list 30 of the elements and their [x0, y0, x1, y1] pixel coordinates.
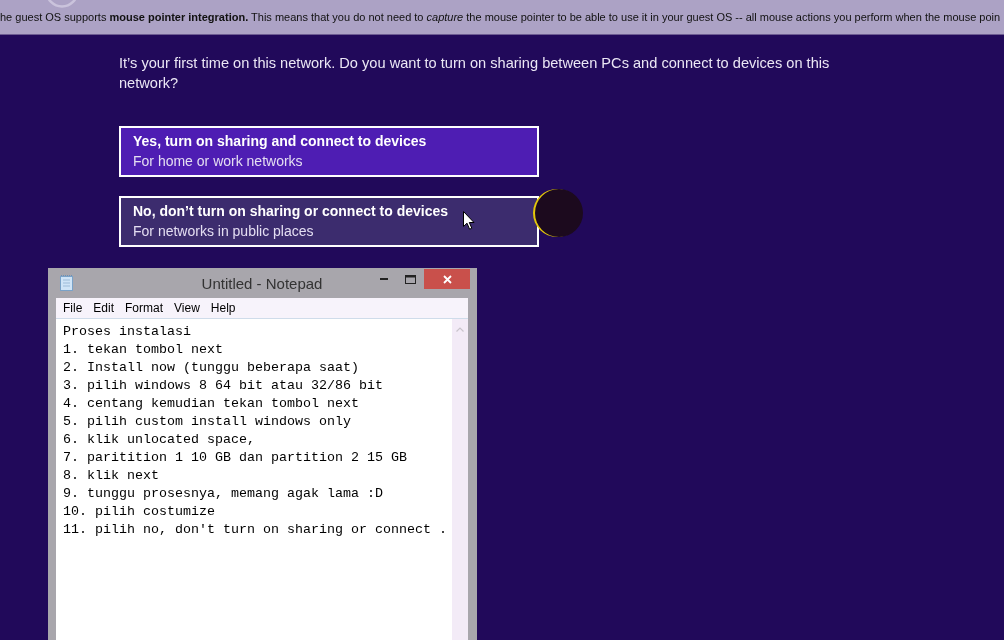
menu-item[interactable]: Edit — [88, 298, 120, 318]
text-line: 1. tekan tombol next — [63, 341, 224, 359]
close-button[interactable] — [424, 269, 470, 289]
text-line: 11. pilih no, don't turn on sharing or connect . — [63, 521, 448, 539]
sharing-option-button[interactable]: No, don’t turn on sharing or connect to devices For networks in public places — [119, 196, 539, 247]
maximize-icon[interactable] — [405, 274, 416, 284]
notification-text: he guest OS supports mouse pointer integration. This means that you do not need to capture the mouse pointer to be able to use it in your guest OS -- all mouse actions you perform when the mouse poin — [0, 10, 1001, 24]
sharing-option-button[interactable]: Yes, turn on sharing and connect to devices For home or work networks — [119, 126, 539, 177]
menu-item[interactable]: Help — [205, 298, 241, 318]
menu-item[interactable]: View — [169, 298, 205, 318]
text-line: 5. pilih custom install windows only — [63, 413, 352, 431]
window-title: Untitled - Notepad — [201, 274, 323, 292]
text-line: 9. tunggu prosesnya, memang agak lama :D — [63, 485, 384, 503]
vertical-scrollbar[interactable] — [452, 319, 468, 640]
text-line: 8. klik next — [63, 467, 160, 485]
notepad-icon — [60, 275, 73, 291]
menu-item[interactable]: Format — [120, 298, 169, 318]
close-icon[interactable] — [442, 274, 452, 284]
text-line: Proses instalasi — [63, 323, 192, 341]
highlight-circle-icon — [533, 188, 583, 238]
text-line: 4. centang kemudian tekan tombol next — [63, 395, 360, 413]
mouse-pointer-icon — [463, 211, 475, 230]
text-line: 2. Install now (tunggu beberapa saat) — [63, 359, 360, 377]
text-line: 6. klik unlocated space, — [63, 431, 256, 449]
text-line: 7. paritition 1 10 GB dan partition 2 15 GB — [63, 449, 408, 467]
menu-item[interactable]: File — [58, 298, 88, 318]
network-question: It’s your first time on this network. Do you want to turn on sharing between PCs and connect to devices on this network? — [119, 54, 831, 93]
text-line: 10. pilih costumize — [63, 503, 216, 521]
minimize-icon[interactable] — [379, 278, 388, 280]
text-line: 3. pilih windows 8 64 bit atau 32/86 bit — [63, 377, 384, 395]
